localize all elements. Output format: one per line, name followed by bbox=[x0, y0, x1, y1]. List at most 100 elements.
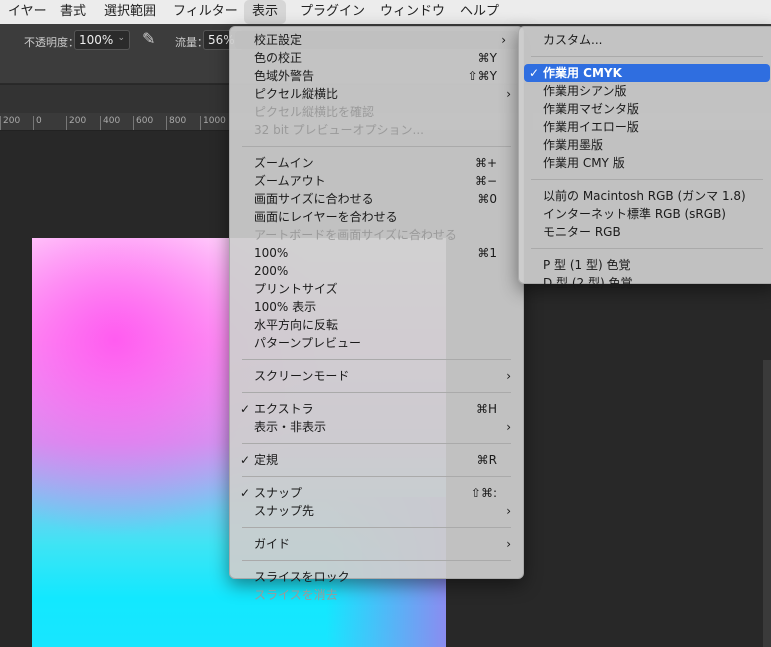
menu-item-label: 200% bbox=[254, 264, 289, 278]
ruler-tick-label: 600 bbox=[133, 116, 153, 130]
menu-item: 32 bit プレビューオプション... bbox=[230, 121, 523, 139]
menu-separator bbox=[519, 241, 771, 256]
menu-item[interactable]: ピクセル縦横比 › bbox=[230, 85, 523, 103]
menu-item[interactable]: スナップ先 › bbox=[230, 502, 523, 520]
menu-item-label: 作業用墨版 bbox=[543, 138, 604, 152]
menu-item-label: 32 bit プレビューオプション... bbox=[254, 123, 424, 137]
menu-item[interactable]: 100% ⌘1 bbox=[230, 244, 523, 262]
menu-item[interactable]: P 型 (1 型) 色覚 bbox=[519, 256, 771, 274]
menu-item-label: 作業用イエロー版 bbox=[543, 120, 639, 134]
menu-item-label: 作業用マゼンタ版 bbox=[543, 102, 640, 116]
menu-item[interactable]: インターネット標準 RGB (sRGB) bbox=[519, 205, 771, 223]
menu-item[interactable]: 作業用 CMY 版 bbox=[519, 154, 771, 172]
menu-item[interactable]: パターンプレビュー bbox=[230, 334, 523, 352]
menu-item[interactable]: 作業用シアン版 bbox=[519, 82, 771, 100]
menu-separator bbox=[230, 436, 523, 451]
menu-separator bbox=[230, 469, 523, 484]
menu-item[interactable]: 200% bbox=[230, 262, 523, 280]
menu-item-label: 校正設定 bbox=[254, 33, 303, 47]
menu-item[interactable]: 作業用墨版 bbox=[519, 136, 771, 154]
menu-item[interactable]: ズームイン ⌘+ bbox=[230, 154, 523, 172]
chevron-right-icon: › bbox=[506, 420, 511, 434]
ruler-tick-label: 800 bbox=[166, 116, 186, 130]
menu-item-shortcut: ⌘H bbox=[475, 402, 497, 416]
menu-item[interactable]: モニター RGB bbox=[519, 223, 771, 241]
menu-item-label: ピクセル縦横比を確認 bbox=[254, 105, 375, 119]
menu-item-label: ズームイン bbox=[254, 156, 314, 170]
menu-item-label: スナップ bbox=[254, 486, 303, 500]
menubar-item[interactable]: プラグイン bbox=[292, 0, 373, 24]
menu-item[interactable]: スライスをロック bbox=[230, 568, 523, 586]
vertical-scrollbar[interactable] bbox=[763, 360, 771, 647]
chevron-right-icon: › bbox=[506, 537, 511, 551]
menubar-item[interactable]: 書式 bbox=[52, 0, 94, 24]
menu-item-label: D 型 (2 型) 色覚 bbox=[543, 276, 633, 290]
menu-item-label: 定規 bbox=[254, 453, 279, 467]
menu-item[interactable]: ズームアウト ⌘− bbox=[230, 172, 523, 190]
menu-item[interactable]: 水平方向に反転 bbox=[230, 316, 523, 334]
menu-item-shortcut: ⌘− bbox=[474, 174, 497, 188]
menu-item[interactable]: スクリーンモード › bbox=[230, 367, 523, 385]
menu-item[interactable]: 以前の Macintosh RGB (ガンマ 1.8) bbox=[519, 187, 771, 205]
menu-separator bbox=[230, 352, 523, 367]
menu-item-label: 画面サイズに合わせる bbox=[254, 192, 374, 206]
menu-item-label: 以前の Macintosh RGB (ガンマ 1.8) bbox=[543, 189, 746, 203]
menu-item-shortcut: ⇧⌘Y bbox=[467, 69, 497, 83]
menu-item-label: パターンプレビュー bbox=[254, 336, 362, 350]
menu-separator bbox=[230, 139, 523, 154]
menubar-item[interactable]: ウィンドウ bbox=[372, 0, 453, 24]
menu-item[interactable]: 作業用マゼンタ版 bbox=[519, 100, 771, 118]
menu-item-label: 作業用 CMY 版 bbox=[543, 156, 625, 170]
menu-item[interactable]: 色域外警告 ⇧⌘Y bbox=[230, 67, 523, 85]
opacity-field[interactable]: 100% ⌄ bbox=[74, 30, 130, 50]
chevron-right-icon: › bbox=[506, 369, 511, 383]
menu-item: アートボードを画面サイズに合わせる bbox=[230, 226, 523, 244]
menu-item-label: スライスを消去 bbox=[254, 588, 338, 602]
menubar-item[interactable]: フィルター bbox=[165, 0, 246, 24]
proof-setup-submenu: カスタム... ✓ 作業用 CMYK 作業用シアン版作業用マゼンタ版 作業用イエロー版作… bbox=[518, 26, 771, 290]
menu-item[interactable]: 100% 表示 bbox=[230, 298, 523, 316]
menu-item[interactable]: D 型 (2 型) 色覚 bbox=[519, 274, 771, 292]
menu-item-label: スライスをロック bbox=[254, 570, 350, 584]
menu-item-label: カスタム... bbox=[543, 33, 603, 47]
menu-item-label: 水平方向に反転 bbox=[254, 318, 339, 332]
ruler-tick-label: 200 bbox=[66, 116, 86, 130]
menu-item-label: ピクセル縦横比 bbox=[254, 87, 339, 101]
menu-item[interactable]: ✓ スナップ ⇧⌘: bbox=[230, 484, 523, 502]
chevron-right-icon: › bbox=[506, 504, 511, 518]
menu-item[interactable]: ✓ 定規 ⌘R bbox=[230, 451, 523, 469]
opacity-value[interactable]: 100% bbox=[79, 33, 113, 47]
menu-item-label: 色の校正 bbox=[254, 51, 303, 65]
checkmark-icon: ✓ bbox=[240, 453, 251, 467]
menu-item: スライスを消去 bbox=[230, 586, 523, 604]
menubar-item[interactable]: 選択範囲 bbox=[96, 0, 164, 24]
menu-item[interactable]: プリントサイズ bbox=[230, 280, 523, 298]
menu-item-label: インターネット標準 RGB (sRGB) bbox=[543, 207, 726, 221]
menu-item[interactable]: 画面サイズに合わせる ⌘0 bbox=[230, 190, 523, 208]
menu-item[interactable]: 色の校正 ⌘Y bbox=[230, 49, 523, 67]
menubar-item[interactable]: 表示 bbox=[244, 0, 287, 24]
menu-item-label: プリントサイズ bbox=[254, 282, 338, 296]
menu-item-label: スナップ先 bbox=[254, 504, 315, 518]
airbrush-icon[interactable]: ✎ bbox=[142, 29, 155, 48]
ruler-tick-label: 1000 bbox=[200, 116, 226, 130]
menu-item[interactable]: ✓ 作業用 CMYK bbox=[524, 64, 770, 82]
menubar-item[interactable]: イヤー bbox=[0, 0, 55, 24]
menu-item-label: 表示・非表示 bbox=[254, 420, 327, 434]
menu-item-label: モニター RGB bbox=[543, 225, 621, 239]
menu-item[interactable]: 表示・非表示 › bbox=[230, 418, 523, 436]
menu-item[interactable]: ガイド › bbox=[230, 535, 523, 553]
chevron-right-icon: › bbox=[506, 87, 511, 101]
menu-item[interactable]: ✓ エクストラ ⌘H bbox=[230, 400, 523, 418]
menu-separator bbox=[230, 553, 523, 568]
ruler-tick-label: 400 bbox=[100, 116, 120, 130]
menu-item-shortcut: ⌘1 bbox=[477, 246, 497, 260]
menu-bar: イヤー 書式 選択範囲 フィルター 表示 プラグイン ウィンドウ ヘルプ bbox=[0, 0, 771, 24]
menu-item-label: エクストラ bbox=[254, 402, 314, 416]
menu-item[interactable]: 画面にレイヤーを合わせる bbox=[230, 208, 523, 226]
menubar-item[interactable]: ヘルプ bbox=[452, 0, 507, 24]
menu-item-shortcut: ⇧⌘: bbox=[470, 486, 497, 500]
menu-item[interactable]: 校正設定 › bbox=[235, 31, 518, 49]
menu-item[interactable]: 作業用イエロー版 bbox=[519, 118, 771, 136]
menu-item[interactable]: カスタム... bbox=[519, 31, 771, 49]
